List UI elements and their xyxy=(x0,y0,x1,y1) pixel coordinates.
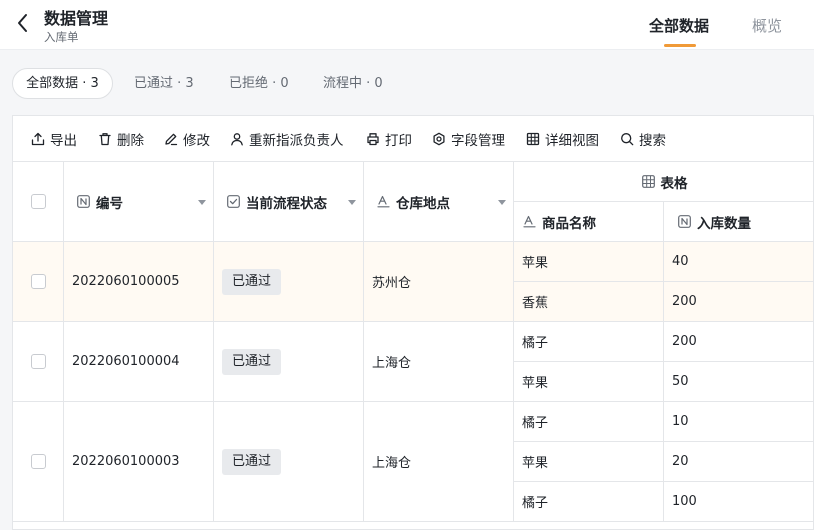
row-warehouse-cell[interactable]: 上海仓 xyxy=(364,322,514,402)
field-management-label: 字段管理 xyxy=(451,133,505,149)
column-header-quantity-label: 入库数量 xyxy=(697,215,751,232)
back-arrow-icon[interactable] xyxy=(14,12,32,34)
sort-caret-icon[interactable] xyxy=(348,199,356,205)
row-warehouse-cell[interactable]: 苏州仓 xyxy=(364,242,514,322)
column-header-warehouse[interactable]: 仓库地点 xyxy=(364,162,514,242)
row-status-cell: 已通过 xyxy=(214,402,364,522)
row-product-cell[interactable]: 橘子 xyxy=(514,322,664,362)
number-field-icon xyxy=(77,195,90,208)
column-header-status-label: 当前流程状态 xyxy=(246,195,327,212)
search-icon xyxy=(621,133,634,146)
column-group-label: 表格 xyxy=(660,175,688,192)
tab-overview[interactable]: 概览 xyxy=(752,15,782,36)
filter-in-progress[interactable]: 流程中 · 0 xyxy=(323,68,383,99)
filter-rejected[interactable]: 已拒绝 · 0 xyxy=(229,68,289,99)
column-header-status[interactable]: 当前流程状态 xyxy=(214,162,364,242)
page-header: 数据管理 入库单 全部数据 概览 xyxy=(0,0,814,50)
printer-icon xyxy=(367,133,379,146)
export-label: 导出 xyxy=(50,133,77,149)
row-select-cell xyxy=(13,242,64,322)
text-field-icon xyxy=(523,215,536,228)
edit-label: 修改 xyxy=(183,133,210,149)
user-icon xyxy=(231,133,243,146)
column-header-id[interactable]: 编号 xyxy=(64,162,214,242)
filter-approved[interactable]: 已通过 · 3 xyxy=(134,68,194,99)
row-id-cell[interactable]: 2022060100004 xyxy=(64,322,214,402)
search-button[interactable]: 搜索 xyxy=(620,129,666,149)
detail-view-button[interactable]: 详细视图 xyxy=(526,129,599,149)
column-header-product[interactable]: 商品名称 xyxy=(514,202,664,242)
row-quantity-cell[interactable]: 200 xyxy=(664,322,813,362)
row-select-cell xyxy=(13,322,64,402)
row-product-cell[interactable]: 苹果 xyxy=(514,242,664,282)
page-title: 数据管理 xyxy=(44,9,109,28)
status-badge: 已通过 xyxy=(222,448,282,475)
print-button[interactable]: 打印 xyxy=(366,129,412,149)
row-status-cell: 已通过 xyxy=(214,242,364,322)
grid-icon xyxy=(526,132,540,146)
row-quantity-cell[interactable]: 20 xyxy=(664,442,813,482)
search-label: 搜索 xyxy=(639,133,666,149)
export-icon xyxy=(31,132,45,146)
data-table: 编号 当前流程状态 仓库地点 表格 商品名称 入库数量 202206010000… xyxy=(12,161,814,530)
print-label: 打印 xyxy=(385,133,412,149)
row-warehouse-cell[interactable]: 上海仓 xyxy=(364,402,514,522)
column-group-header: 表格 xyxy=(514,162,813,202)
edit-icon xyxy=(165,133,178,146)
row-product-cell[interactable]: 橘子 xyxy=(514,402,664,442)
status-badge: 已通过 xyxy=(222,268,282,295)
delete-button[interactable]: 删除 xyxy=(98,129,144,149)
filter-all[interactable]: 全部数据 · 3 xyxy=(12,68,113,99)
column-header-quantity[interactable]: 入库数量 xyxy=(664,202,813,242)
field-management-button[interactable]: 字段管理 xyxy=(432,129,505,149)
reassign-owner-button[interactable]: 重新指派负责人 xyxy=(230,129,344,149)
delete-label: 删除 xyxy=(117,133,144,149)
toolbar: 导出 删除 修改 重新指派负责人 打印 字段管理 详细视图 搜索 xyxy=(12,115,814,161)
table-icon xyxy=(641,175,655,188)
edit-button[interactable]: 修改 xyxy=(164,129,210,149)
detail-view-label: 详细视图 xyxy=(545,133,599,149)
number-field-icon xyxy=(678,215,691,228)
page-subtitle: 入库单 xyxy=(44,30,79,44)
checkbox-field-icon xyxy=(227,195,240,208)
row-checkbox[interactable] xyxy=(30,454,46,469)
reassign-owner-label: 重新指派负责人 xyxy=(249,133,344,149)
row-status-cell: 已通过 xyxy=(214,322,364,402)
row-product-cell[interactable]: 橘子 xyxy=(514,482,664,522)
row-product-cell[interactable]: 香蕉 xyxy=(514,282,664,322)
row-quantity-cell[interactable]: 40 xyxy=(664,242,813,282)
sort-caret-icon[interactable] xyxy=(498,199,506,205)
column-header-warehouse-label: 仓库地点 xyxy=(396,195,450,212)
row-product-cell[interactable]: 苹果 xyxy=(514,362,664,402)
settings-icon xyxy=(433,132,445,146)
header-select-cell xyxy=(13,162,64,242)
row-quantity-cell[interactable]: 50 xyxy=(664,362,813,402)
active-tab-indicator xyxy=(664,44,696,47)
column-header-product-label: 商品名称 xyxy=(542,215,596,232)
row-checkbox[interactable] xyxy=(30,354,46,369)
row-quantity-cell[interactable]: 200 xyxy=(664,282,813,322)
row-select-cell xyxy=(13,402,64,522)
select-all-checkbox[interactable] xyxy=(30,194,46,209)
text-field-icon xyxy=(377,195,390,208)
column-header-id-label: 编号 xyxy=(96,195,123,212)
row-id-cell[interactable]: 2022060100003 xyxy=(64,402,214,522)
sort-caret-icon[interactable] xyxy=(198,199,206,205)
tab-all-data[interactable]: 全部数据 xyxy=(649,15,709,36)
row-checkbox[interactable] xyxy=(30,274,46,289)
status-badge: 已通过 xyxy=(222,348,282,375)
row-quantity-cell[interactable]: 100 xyxy=(664,482,813,522)
export-button[interactable]: 导出 xyxy=(31,129,77,149)
row-product-cell[interactable]: 苹果 xyxy=(514,442,664,482)
row-id-cell[interactable]: 2022060100005 xyxy=(64,242,214,322)
trash-icon xyxy=(99,133,111,146)
row-quantity-cell[interactable]: 10 xyxy=(664,402,813,442)
